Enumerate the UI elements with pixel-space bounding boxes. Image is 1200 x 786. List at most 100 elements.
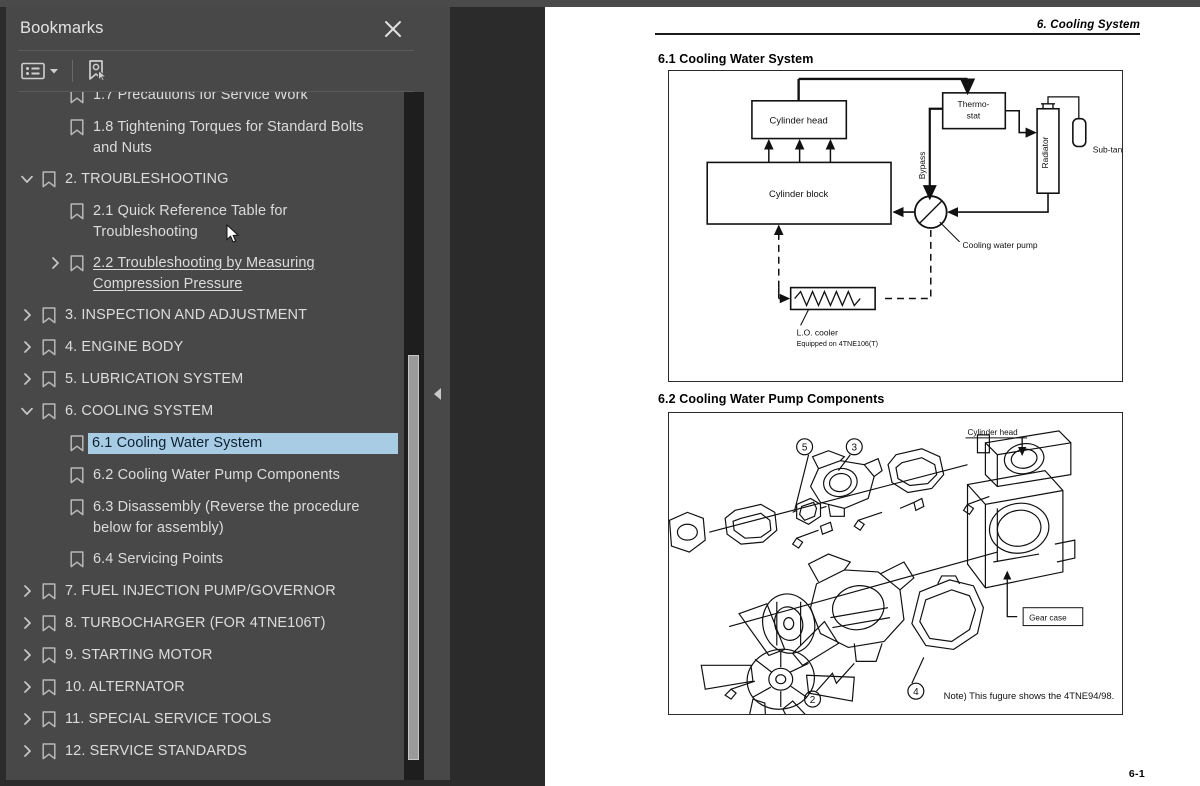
figure-6-1-cooling-water-system: Cylinder head Cylinder block Thermo- sta… (668, 70, 1123, 382)
bookmarks-panel-header: Bookmarks (6, 7, 426, 50)
window-top-strip (0, 0, 1200, 7)
callout-4: 4 (913, 687, 919, 698)
bookmark-icon (38, 401, 60, 421)
bookmark-item[interactable]: 2.1 Quick Reference Table for Troublesho… (6, 196, 404, 248)
chevron-right-icon[interactable] (16, 337, 38, 357)
page-number: 6-1 (1128, 768, 1145, 780)
bookmark-label: 10. ALTERNATOR (65, 679, 185, 695)
bookmark-label: 1.8 Tightening Torques for Standard Bolt… (93, 119, 364, 156)
panel-collapse-handle[interactable] (426, 7, 450, 786)
bookmark-label: 9. STARTING MOTOR (65, 647, 213, 663)
bookmarks-tree-container: 1.7 Precautions for Service Work 1.8 Tigh… (6, 92, 426, 780)
label-radiator: Radiator (1040, 136, 1050, 168)
chevron-right-icon[interactable] (16, 741, 38, 761)
label-cooling-water-pump: Cooling water pump (963, 240, 1038, 250)
label-sub-tank: Sub-tank (1093, 144, 1122, 154)
chevron-right-icon[interactable] (44, 253, 66, 273)
bookmark-label: 4. ENGINE BODY (65, 339, 184, 355)
bookmark-icon (38, 741, 60, 761)
bookmark-icon (38, 305, 60, 325)
label-bypass: Bypass (917, 152, 927, 180)
bookmark-item[interactable]: 7. FUEL INJECTION PUMP/GOVERNOR (6, 576, 404, 608)
new-bookmark-icon[interactable] (83, 58, 111, 84)
bookmark-label: 2.2 Troubleshooting by Measuring Compres… (93, 255, 315, 292)
section-heading-6-2: 6.2 Cooling Water Pump Components (658, 392, 885, 406)
bookmark-icon (66, 549, 88, 569)
bookmark-icon (38, 613, 60, 633)
bookmark-item[interactable]: 5. LUBRICATION SYSTEM (6, 364, 404, 396)
bookmark-icon (38, 645, 60, 665)
bookmark-icon (38, 337, 60, 357)
label-thermostat-line1: Thermo- (958, 99, 990, 109)
bookmark-item[interactable]: 6.3 Disassembly (Reverse the procedure b… (6, 492, 404, 544)
toolbar-separator (72, 60, 73, 82)
chevron-right-icon[interactable] (16, 581, 38, 601)
bookmarks-panel: Bookmarks 1.7 Precautions for Service Wo… (0, 7, 426, 786)
bookmark-item[interactable]: 8. TURBOCHARGER (FOR 4TNE106T) (6, 608, 404, 640)
list-options-icon[interactable] (20, 58, 46, 84)
bookmark-item[interactable]: 9. STARTING MOTOR (6, 640, 404, 672)
bookmark-label: 6. COOLING SYSTEM (65, 403, 214, 419)
pdf-viewer-window: Bookmarks 1.7 Precautions for Service Wo… (0, 0, 1200, 786)
bookmarks-scrollbar[interactable] (404, 92, 424, 780)
chevron-right-icon[interactable] (16, 613, 38, 633)
chevron-down-icon[interactable] (46, 58, 62, 84)
bookmark-label: 12. SERVICE STANDARDS (65, 743, 248, 759)
chevron-right-icon[interactable] (16, 709, 38, 729)
label-gear-case: Gear case (1029, 614, 1067, 623)
bookmark-label: 6.2 Cooling Water Pump Components (93, 467, 340, 483)
figure-6-2-note: Note) This fugure shows the 4TNE94/98. (944, 690, 1115, 701)
label-cylinder-block: Cylinder block (769, 188, 828, 199)
bookmark-item[interactable]: 10. ALTERNATOR (6, 672, 404, 704)
bookmark-item[interactable]: 1.8 Tightening Torques for Standard Bolt… (6, 112, 404, 164)
bookmark-item[interactable]: 6. COOLING SYSTEM (6, 396, 404, 428)
bookmark-icon (38, 581, 60, 601)
bookmark-label: 1.7 Precautions for Service Work (93, 92, 308, 103)
bookmark-item[interactable]: 3. INSPECTION AND ADJUSTMENT (6, 300, 404, 332)
bookmarks-panel-title: Bookmarks (20, 19, 104, 37)
bookmark-icon (38, 369, 60, 389)
bookmark-icon (66, 201, 88, 221)
bookmark-label: 2. TROUBLESHOOTING (65, 171, 229, 187)
bookmark-icon (38, 169, 60, 189)
figure-6-2-svg: Cylinder head Gear case 5 3 4 2 Note) Th… (669, 428, 1115, 714)
bookmark-item[interactable]: 4. ENGINE BODY (6, 332, 404, 364)
bookmark-icon (38, 709, 60, 729)
section-heading-6-1: 6.1 Cooling Water System (658, 52, 814, 66)
label-thermostat-line2: stat (967, 111, 981, 121)
bookmark-item[interactable]: 2.2 Troubleshooting by Measuring Compres… (6, 248, 404, 300)
bookmark-icon (38, 677, 60, 697)
label-lo-cooler-note: Equipped on 4TNE106(T) (797, 340, 878, 348)
bookmark-item[interactable]: 6.2 Cooling Water Pump Components (6, 460, 404, 492)
chevron-right-icon[interactable] (16, 645, 38, 665)
figure-6-1-svg: Cylinder head Cylinder block Thermo- sta… (706, 77, 1122, 348)
bookmark-icon (66, 117, 88, 137)
chevron-down-icon[interactable] (16, 401, 38, 421)
bookmark-label: 6.4 Servicing Points (93, 551, 224, 567)
bookmark-item[interactable]: 1.7 Precautions for Service Work (6, 92, 404, 112)
close-icon[interactable] (380, 16, 406, 42)
bookmark-label: 6.1 Cooling Water System (87, 432, 399, 455)
bookmark-item[interactable]: 6.1 Cooling Water System (6, 428, 404, 460)
bookmark-item[interactable]: 2. TROUBLESHOOTING (6, 164, 404, 196)
bookmark-label: 3. INSPECTION AND ADJUSTMENT (65, 307, 308, 323)
chevron-down-icon[interactable] (16, 169, 38, 189)
bookmark-icon (66, 92, 88, 105)
bookmark-label: 6.3 Disassembly (Reverse the procedure b… (93, 499, 360, 536)
chevron-right-icon[interactable] (16, 369, 38, 389)
label-cylinder-head-62: Cylinder head (968, 428, 1018, 437)
scrollbar-thumb[interactable] (408, 355, 419, 760)
running-header: 6. Cooling System (655, 19, 1140, 35)
bookmark-label: 11. SPECIAL SERVICE TOOLS (65, 711, 272, 727)
running-header-text: 6. Cooling System (1036, 19, 1140, 31)
bookmark-item[interactable]: 6.4 Servicing Points (6, 544, 404, 576)
chevron-right-icon[interactable] (16, 677, 38, 697)
bookmark-item[interactable]: 12. SERVICE STANDARDS (6, 736, 404, 768)
bookmark-item[interactable]: 11. SPECIAL SERVICE TOOLS (6, 704, 404, 736)
chevron-right-icon[interactable] (16, 305, 38, 325)
